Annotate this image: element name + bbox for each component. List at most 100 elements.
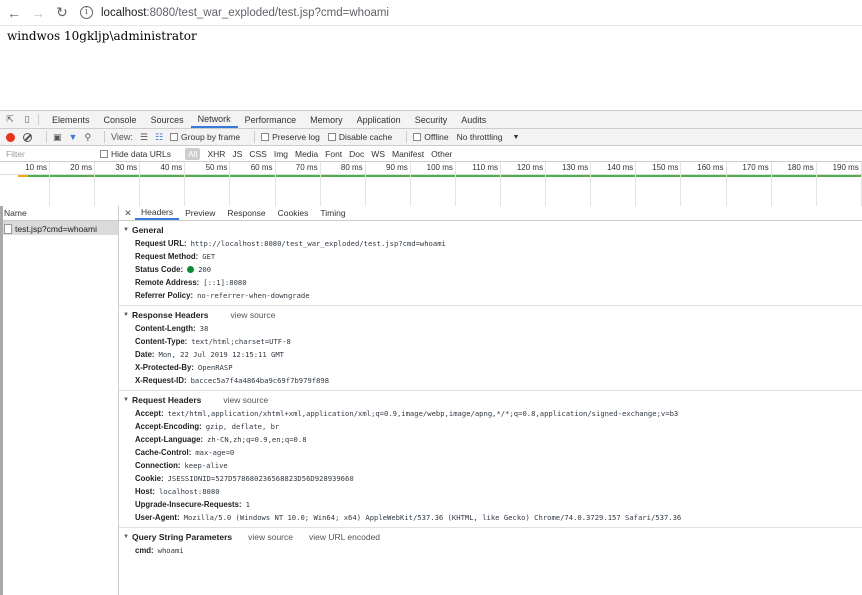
detail-tab-timing[interactable]: Timing [314, 206, 351, 220]
offline-toggle[interactable]: Offline [413, 132, 449, 142]
clear-icon[interactable] [23, 132, 32, 142]
filter-type-ws[interactable]: WS [371, 149, 385, 159]
header-value: localhost:8080 [158, 487, 220, 496]
filter-type-img[interactable]: Img [274, 149, 288, 159]
tab-console[interactable]: Console [97, 111, 144, 128]
detail-tab-response[interactable]: Response [221, 206, 271, 220]
scrollbar[interactable] [0, 206, 3, 595]
filter-type-doc[interactable]: Doc [349, 149, 364, 159]
header-row: Host: localhost:8080 [119, 485, 862, 498]
header-name: Referrer Policy: [135, 291, 194, 300]
view-source-link[interactable]: view source [248, 532, 293, 542]
view-source-link[interactable]: view source [223, 395, 268, 405]
checkbox[interactable] [261, 133, 270, 141]
timeline-gridline [454, 162, 456, 209]
disable-cache-toggle[interactable]: Disable cache [327, 132, 392, 142]
header-name: Host: [135, 487, 155, 496]
request-headers-header[interactable]: ▼ Request Headers view source [119, 391, 862, 407]
header-value: Mozilla/5.0 (Windows NT 10.0; Win64; x64… [183, 513, 682, 522]
inspect-element-icon[interactable]: ⇱ [3, 111, 17, 128]
filter-type-manifest[interactable]: Manifest [392, 149, 424, 159]
timeline-gridline [94, 162, 96, 209]
general-section-header[interactable]: ▼ General [119, 221, 862, 237]
response-headers-header[interactable]: ▼ Response Headers view source [119, 306, 862, 322]
search-icon[interactable]: ⚲ [84, 132, 91, 143]
tab-audits[interactable]: Audits [454, 111, 493, 128]
camera-icon[interactable]: ▣ [53, 132, 62, 143]
forward-arrow-icon[interactable]: → [28, 3, 48, 23]
header-value: 200 [198, 265, 212, 274]
back-arrow-icon[interactable]: ← [4, 3, 24, 23]
url-path: :8080/test_war_exploded/test.jsp?cmd=who… [146, 6, 389, 19]
page-content: windwos 10gkljp\administrator [0, 26, 862, 110]
section-title: Response Headers [131, 310, 209, 320]
view-url-encoded-link[interactable]: view URL encoded [309, 532, 380, 542]
tab-application[interactable]: Application [350, 111, 408, 128]
filter-type-font[interactable]: Font [325, 149, 342, 159]
hide-data-urls-toggle[interactable]: Hide data URLs [100, 149, 171, 159]
close-icon[interactable]: ✕ [121, 206, 135, 220]
timeline-gridline [500, 162, 501, 209]
reload-icon[interactable]: ↻ [52, 3, 72, 23]
device-toolbar-icon[interactable]: ▯ [20, 111, 34, 128]
header-name: Accept: [135, 409, 164, 418]
request-headers-section: ▼ Request Headers view source Accept: tex… [119, 391, 862, 528]
toolbar-separator [406, 131, 408, 143]
waterfall-icon[interactable]: ☷ [155, 132, 163, 143]
timeline-waiting-bar [18, 175, 28, 177]
header-name: Request URL: [135, 239, 187, 248]
checkbox[interactable] [327, 133, 336, 141]
network-toolbar: ▣ ▼ ⚲ View: ☰ ☷ Group by frame Preserve … [0, 129, 862, 146]
timeline-tick-label: 100 ms [426, 163, 453, 172]
header-value: text/html,application/xhtml+xml,applicat… [167, 409, 679, 418]
name-column-header[interactable]: Name [0, 206, 118, 221]
filter-icon[interactable]: ▼ [69, 132, 78, 142]
toolbar-separator [104, 131, 106, 143]
detail-tab-preview[interactable]: Preview [179, 206, 221, 220]
group-by-frame-toggle[interactable]: Group by frame [170, 132, 240, 142]
header-row: Date: Mon, 22 Jul 2019 12:15:11 GMT [119, 348, 862, 361]
detail-tab-cookies[interactable]: Cookies [272, 206, 315, 220]
url-field[interactable]: i localhost:8080/test_war_exploded/test.… [80, 6, 389, 19]
timeline-gridline [229, 162, 231, 209]
timeline-tick-label: 150 ms [652, 163, 679, 172]
view-source-link[interactable]: view source [231, 310, 276, 320]
filter-type-css[interactable]: CSS [249, 149, 266, 159]
request-detail-panel: ✕ Headers Preview Response Cookies Timing ▼ … [119, 206, 862, 595]
query-params-header[interactable]: ▼ Query String Parameters view source vi… [119, 528, 862, 544]
header-name: Cookie: [135, 474, 164, 483]
throttling-select[interactable]: No throttling ▼ [457, 132, 520, 142]
tab-security[interactable]: Security [408, 111, 455, 128]
detail-tabbar: ✕ Headers Preview Response Cookies Timing [119, 206, 862, 221]
tab-sources[interactable]: Sources [144, 111, 191, 128]
record-icon[interactable] [6, 132, 15, 142]
tab-performance[interactable]: Performance [238, 111, 304, 128]
timeline-gridline [680, 162, 682, 209]
filter-type-xhr[interactable]: XHR [207, 149, 225, 159]
timeline-overview[interactable]: 10 ms 20 ms 30 ms 40 ms 50 ms 60 ms 70 ms 80 ms… [0, 162, 862, 209]
info-icon[interactable]: i [80, 6, 93, 19]
detail-tab-headers[interactable]: Headers [135, 206, 180, 220]
response-header-rows: Content-Length: 38 Content-Type: text/html;… [119, 322, 862, 387]
checkbox[interactable] [100, 149, 108, 158]
tab-network[interactable]: Network [190, 111, 238, 128]
header-row: User-Agent: Mozilla/5.0 (Windows NT 10.0;… [119, 511, 862, 524]
tab-memory[interactable]: Memory [303, 111, 350, 128]
request-row[interactable]: test.jsp?cmd=whoami [0, 221, 118, 235]
tab-elements[interactable]: Elements [45, 111, 97, 128]
large-rows-icon[interactable]: ☰ [140, 132, 148, 143]
filter-input[interactable]: Filter [0, 149, 100, 159]
timeline-tick-label: 40 ms [160, 163, 183, 172]
triangle-down-icon: ▼ [123, 312, 129, 318]
filter-type-media[interactable]: Media [295, 149, 318, 159]
checkbox[interactable] [170, 133, 179, 141]
filter-type-other[interactable]: Other [431, 149, 452, 159]
checkbox[interactable] [413, 133, 422, 141]
preserve-log-toggle[interactable]: Preserve log [261, 132, 320, 142]
header-row: Content-Type: text/html;charset=UTF-8 [119, 335, 862, 348]
header-row: Cache-Control: max-age=0 [119, 446, 862, 459]
filter-type-js[interactable]: JS [232, 149, 242, 159]
header-name: Request Method: [135, 252, 199, 261]
request-name: test.jsp?cmd=whoami [15, 224, 97, 234]
filter-type-all[interactable]: All [185, 147, 201, 160]
